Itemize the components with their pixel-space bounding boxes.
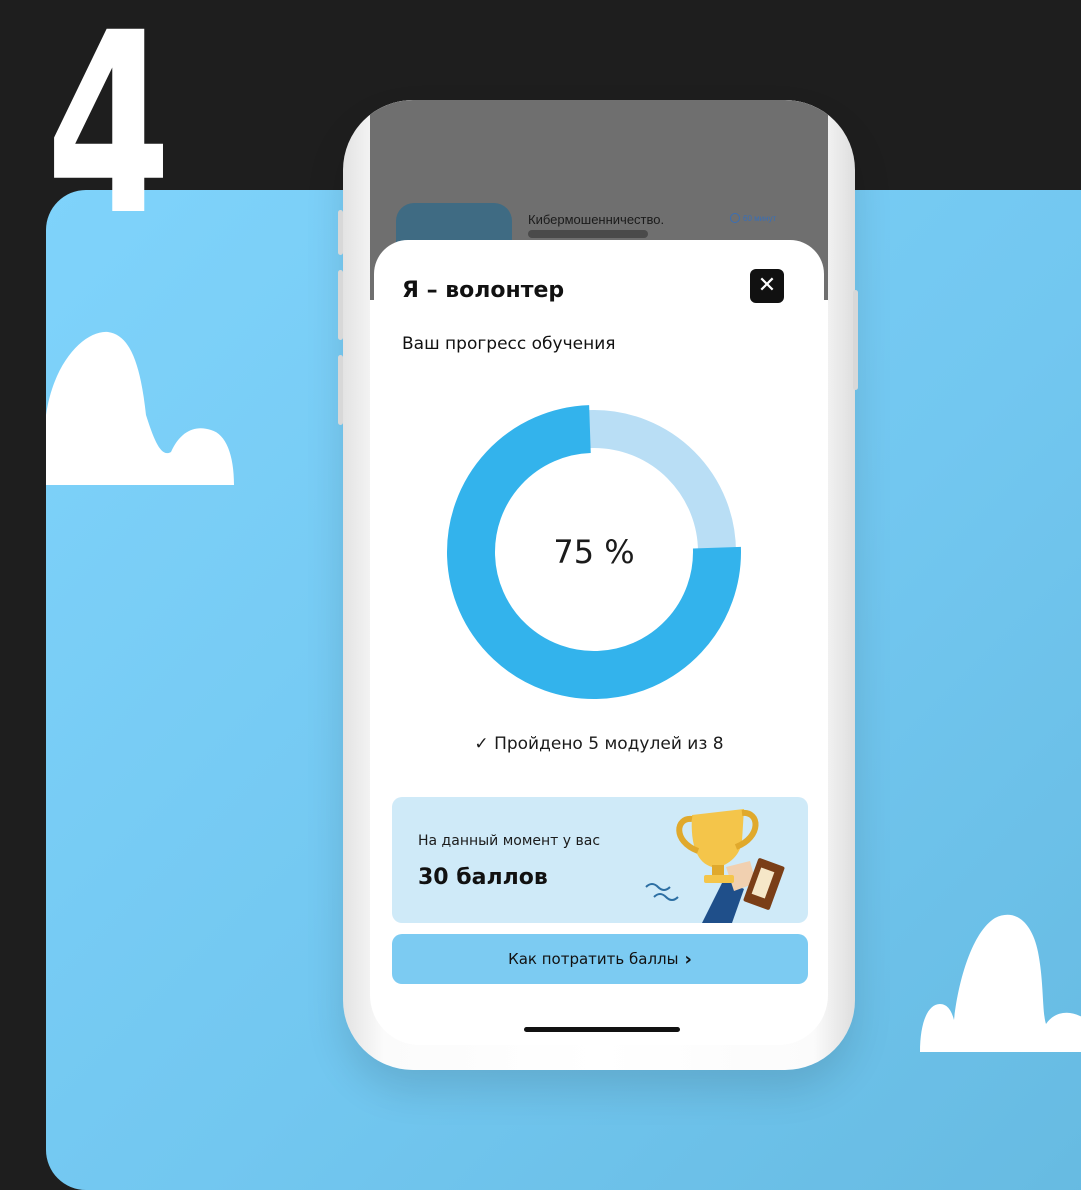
points-caption: На данный момент у вас — [418, 833, 601, 849]
check-icon: ✓ — [474, 734, 495, 754]
trophy-icon — [645, 809, 785, 923]
progress-sheet: Я – волонтер ✕ Ваш прогресс обучения 75 … — [374, 240, 824, 1045]
phone-side-button-1 — [338, 210, 343, 255]
home-indicator — [524, 1027, 680, 1032]
close-button[interactable]: ✕ — [750, 269, 784, 303]
course-title: Кибермошенничество. — [528, 212, 665, 227]
chevron-right-icon: › — [684, 948, 692, 970]
cloud-right — [920, 914, 1081, 1052]
how-to-spend-points-label: Как потратить баллы — [508, 950, 679, 968]
phone-side-button-3 — [338, 355, 343, 425]
step-number: 4 — [46, 0, 171, 270]
phone-side-button-2 — [338, 270, 343, 340]
progress-subtitle: Ваш прогресс обучения — [402, 334, 616, 354]
modules-completed: ✓ Пройдено 5 модулей из 8 — [374, 734, 824, 754]
phone-screen: Кибермошенничество. 60 минут Я – волонте… — [370, 100, 828, 1045]
points-value: 30 баллов — [418, 865, 548, 890]
sheet-title: Я – волонтер — [402, 278, 565, 303]
how-to-spend-points-button[interactable]: Как потратить баллы › — [392, 934, 808, 984]
progress-percent: 75 % — [553, 533, 635, 571]
points-card: На данный момент у вас 30 баллов — [392, 797, 808, 923]
close-icon: ✕ — [757, 273, 777, 298]
course-title-line2 — [528, 230, 648, 238]
cloud-left — [46, 331, 234, 485]
course-duration-label: 60 минут — [743, 213, 777, 223]
clock-icon — [730, 213, 740, 223]
phone-side-button-4 — [853, 290, 858, 390]
phone-frame: Кибермошенничество. 60 минут Я – волонте… — [343, 100, 855, 1070]
modules-completed-text: Пройдено 5 модулей из 8 — [494, 734, 724, 754]
course-duration: 60 минут — [730, 213, 776, 223]
